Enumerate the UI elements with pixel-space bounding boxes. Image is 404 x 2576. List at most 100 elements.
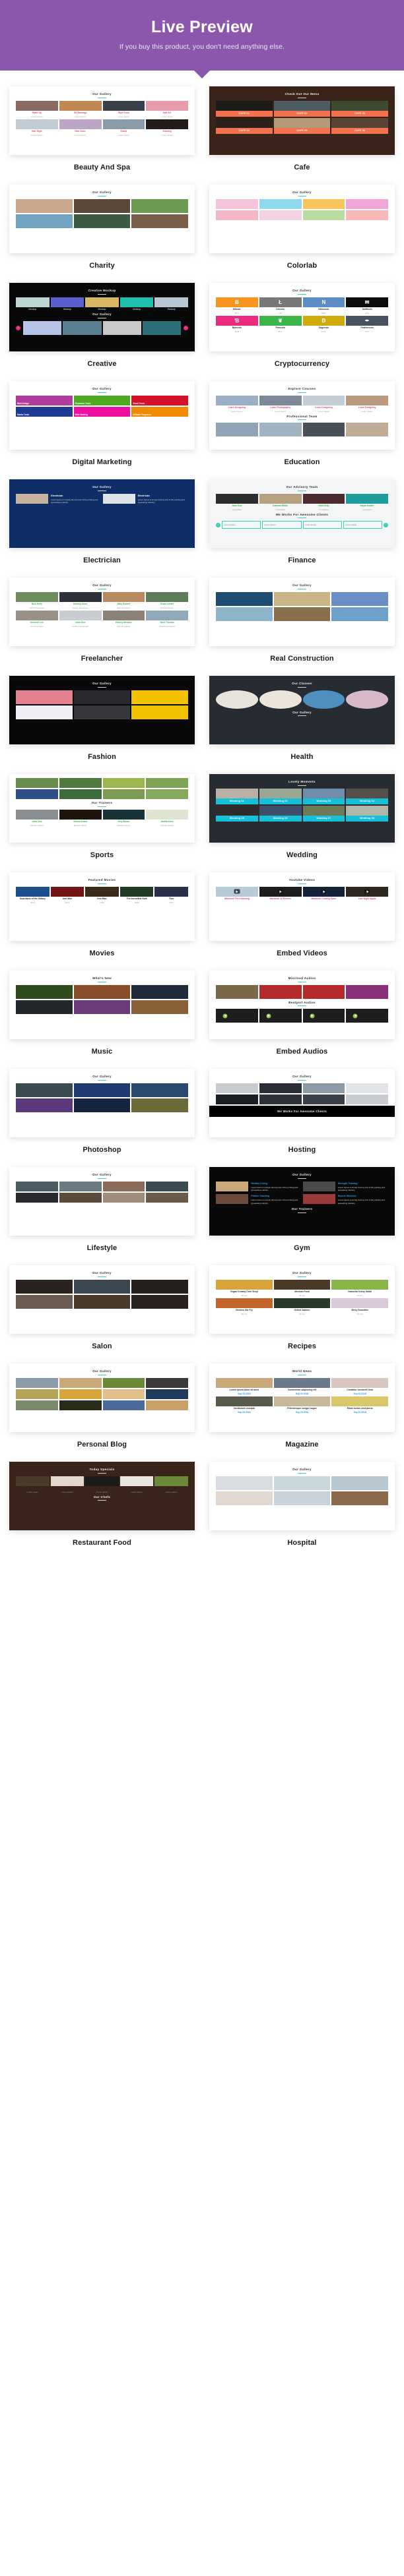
gallery-thumbnail[interactable] <box>302 984 345 999</box>
play-button-icon[interactable] <box>222 1013 228 1018</box>
gallery-thumbnail[interactable] <box>73 198 131 213</box>
preview-card-cryptocurrency[interactable]: Our Gallery Ƀ Bitcoin BTC Ł Litecoin LTC N Namec… <box>209 283 395 351</box>
coin-item[interactable]: Ł Litecoin LTC <box>259 297 302 315</box>
preview-card-cafe[interactable]: Check Out Our Menu CAFE 01 CAFE 02 CAFE 03 C… <box>209 86 395 155</box>
gallery-thumbnail[interactable]: Ł <box>259 297 302 307</box>
gallery-thumbnail[interactable] <box>216 1279 273 1290</box>
gallery-item[interactable]: Hair Style Lorem Ipsum <box>16 119 58 136</box>
gallery-thumbnail[interactable]: ✉ <box>346 297 388 307</box>
coin-item[interactable]: ❦ Peercoin PPC <box>259 315 302 333</box>
gallery-thumbnail[interactable] <box>59 610 102 620</box>
gallery-thumbnail[interactable] <box>302 1094 345 1104</box>
gallery-thumbnail[interactable] <box>119 297 154 307</box>
gallery-thumbnail[interactable] <box>16 1400 58 1410</box>
mockup-item[interactable]: Mockup <box>50 297 84 311</box>
gallery-item[interactable]: Oil Massage Lorem Ipsum <box>59 100 102 118</box>
play-button-icon[interactable] <box>320 889 327 894</box>
gallery-thumbnail[interactable] <box>16 591 58 602</box>
labelled-tile[interactable]: CAFE 06 <box>331 117 388 134</box>
labelled-tile[interactable]: CAFE 02 <box>273 100 331 117</box>
gallery-thumbnail[interactable] <box>16 705 73 719</box>
labelled-tile[interactable]: Wedding 07 <box>302 805 345 822</box>
gallery-thumbnail[interactable] <box>131 690 188 704</box>
list-item[interactable]: Learn Photography Lorem Ipsum <box>259 395 302 413</box>
gallery-thumbnail[interactable]: N <box>302 297 345 307</box>
gallery-thumbnail[interactable] <box>302 1009 345 1023</box>
labelled-tile[interactable]: CAFE 04 <box>216 117 273 134</box>
gallery-thumbnail[interactable] <box>16 1181 58 1191</box>
gallery-thumbnail[interactable] <box>216 1298 273 1308</box>
client-chip[interactable]: Lorem Ipsum <box>222 521 261 529</box>
service-tile[interactable]: Media Tools <box>16 406 73 417</box>
gallery-thumbnail[interactable] <box>131 705 188 719</box>
list-item[interactable]: Strawberry Jam Lorem Ipsum <box>119 1476 154 1493</box>
gallery-thumbnail[interactable] <box>273 591 331 606</box>
carousel-next-button[interactable]: › <box>184 325 188 330</box>
gallery-thumbnail[interactable] <box>59 591 102 602</box>
gallery-thumbnail[interactable] <box>102 591 145 602</box>
coin-item[interactable]: ✉ Swiftcoin STC <box>346 297 388 315</box>
gallery-thumbnail[interactable] <box>102 100 145 111</box>
service-tile[interactable]: Email Tools <box>131 395 188 405</box>
gallery-thumbnail[interactable] <box>131 1000 188 1014</box>
list-item[interactable]: Learn Designing Lorem Ipsum <box>216 395 258 413</box>
gallery-thumbnail[interactable] <box>59 778 102 788</box>
list-item[interactable]: Pellentesque congue augue Sep 22 2018 <box>273 1396 331 1414</box>
gallery-thumbnail[interactable] <box>102 809 145 820</box>
mockup-item[interactable]: Mockup <box>154 297 188 311</box>
service-tile[interactable]: Web Hosting <box>73 406 131 417</box>
gallery-thumbnail[interactable] <box>346 395 388 405</box>
feature-row[interactable]: Healthy Living Lorem Ipsum is simply dumm… <box>216 1181 302 1193</box>
gallery-thumbnail[interactable] <box>273 1491 331 1505</box>
gallery-thumbnail[interactable] <box>216 984 258 999</box>
gallery-thumbnail[interactable]: ✒ <box>346 315 388 326</box>
list-item[interactable]: Iron Man 2016 <box>85 886 119 904</box>
mockup-item[interactable]: Mockup <box>119 297 154 311</box>
gallery-thumbnail[interactable] <box>216 1491 273 1505</box>
gallery-thumbnail[interactable] <box>59 119 102 129</box>
list-item[interactable]: Selina Stuart Fitness Trainer <box>59 809 102 827</box>
gallery-thumbnail[interactable] <box>216 1094 258 1104</box>
gallery-thumbnail[interactable] <box>16 198 73 213</box>
coin-item[interactable]: Đ Dogecoin DOG <box>302 315 345 333</box>
gallery-thumbnail[interactable] <box>73 984 131 999</box>
preview-card-photoshop[interactable]: Our Gallery <box>9 1069 195 1137</box>
service-tile[interactable]: Web Design <box>16 395 73 405</box>
feature-row[interactable]: Pilates Teaching Lorem Ipsum is simply du… <box>216 1193 302 1205</box>
list-item[interactable]: Jery Banks Fitness Trainer <box>102 809 145 827</box>
gallery-thumbnail[interactable] <box>16 100 58 111</box>
gallery-thumbnail[interactable] <box>131 1279 188 1294</box>
play-button-icon[interactable] <box>310 1013 315 1018</box>
list-item[interactable]: Rosa Koster Php Developer <box>146 591 188 609</box>
gallery-thumbnail[interactable] <box>16 984 73 999</box>
client-chip[interactable]: Lorem Ipsum <box>343 521 382 529</box>
list-item[interactable]: Berry Smoothie 10 min <box>331 1298 388 1315</box>
gallery-thumbnail[interactable]: ❦ <box>259 315 302 326</box>
gallery-thumbnail[interactable] <box>16 1083 73 1097</box>
gallery-thumbnail[interactable] <box>331 1377 388 1388</box>
service-tile[interactable]: Affiliate Programs <box>131 406 188 417</box>
preview-card-recipes[interactable]: Our Gallery Vegan Creamy Corn Shop 30 min M… <box>209 1265 395 1334</box>
gallery-thumbnail[interactable] <box>131 214 188 228</box>
list-item[interactable]: John Doe Consultant <box>216 493 258 511</box>
gallery-thumbnail[interactable] <box>259 210 302 220</box>
gallery-thumbnail[interactable] <box>131 984 188 999</box>
list-item[interactable]: Guardians of the Galaxy 2014 <box>16 886 50 904</box>
gallery-thumbnail[interactable] <box>131 1294 188 1309</box>
gallery-thumbnail[interactable] <box>302 1181 335 1191</box>
coin-item[interactable]: Ƀ Bitcoin BTC <box>216 297 258 315</box>
list-item[interactable]: Curabitur hendrerit Urna Sep 22 2018 <box>331 1377 388 1395</box>
list-item[interactable]: John Doe Fitness Trainer <box>16 809 58 827</box>
preview-card-beauty-and-spa[interactable]: Our Gallery Make Up Lorem Ipsum Oil Massage… <box>9 86 195 155</box>
preview-card-creative[interactable]: Creative Mockup Mockup Mockup Mockup Mockup M… <box>9 283 195 351</box>
gallery-thumbnail[interactable] <box>131 1098 188 1112</box>
gallery-thumbnail[interactable] <box>302 886 345 897</box>
labelled-tile[interactable]: Wedding 04 <box>346 788 388 804</box>
gallery-thumbnail[interactable] <box>302 805 345 816</box>
gallery-thumbnail[interactable] <box>302 423 345 436</box>
gallery-thumbnail[interactable] <box>302 690 345 709</box>
gallery-thumbnail[interactable] <box>59 1192 102 1203</box>
preview-card-wedding[interactable]: Lovely Moments Wedding 01 Wedding 02 Weddin… <box>209 774 395 843</box>
gallery-thumbnail[interactable] <box>146 1389 188 1399</box>
gallery-thumbnail[interactable] <box>73 705 131 719</box>
